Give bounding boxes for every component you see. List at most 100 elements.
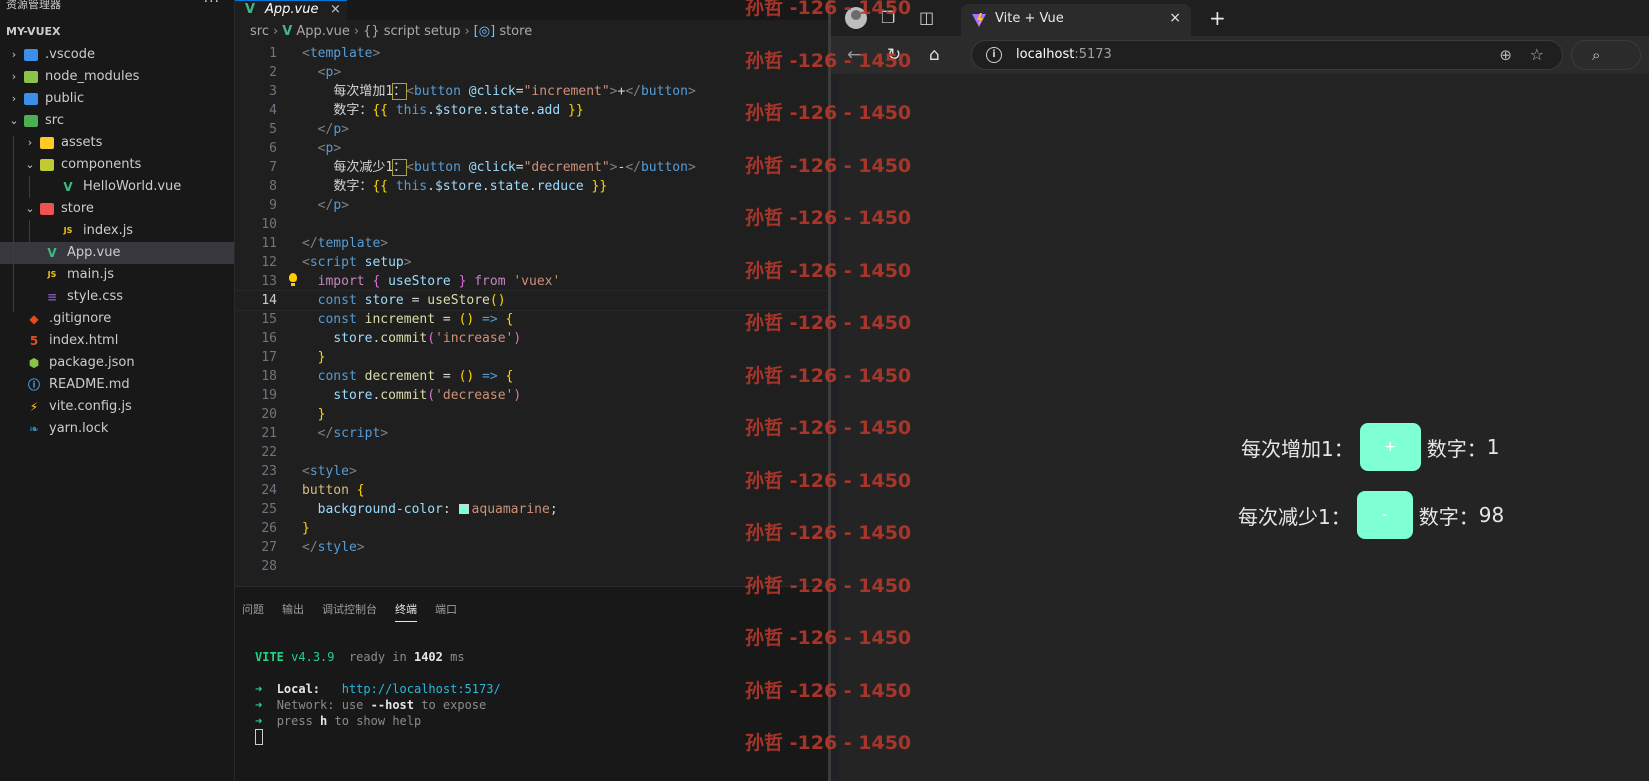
breadcrumb-file[interactable]: App.vue bbox=[296, 24, 349, 39]
tree-item[interactable]: JS index.js bbox=[0, 220, 234, 242]
folder-icon bbox=[24, 115, 38, 127]
chevron-down-icon[interactable]: ⌄ bbox=[24, 198, 36, 220]
close-icon[interactable]: × bbox=[330, 1, 341, 19]
chevron-down-icon[interactable]: ⌄ bbox=[24, 154, 36, 176]
new-tab-button[interactable]: + bbox=[1209, 6, 1226, 30]
node-file-icon: ⬢ bbox=[28, 356, 40, 370]
reload-icon[interactable]: ↻ bbox=[887, 45, 901, 65]
tree-item[interactable]: ⌄ src bbox=[0, 110, 234, 132]
code-line: 9 </p> bbox=[235, 196, 828, 215]
profile-avatar[interactable] bbox=[845, 7, 867, 29]
address-url: localhost:5173 bbox=[1016, 47, 1112, 62]
line-number: 15 bbox=[261, 312, 277, 327]
tree-item[interactable]: ⓘ README.md bbox=[0, 374, 234, 396]
browser-tab-active[interactable]: Vite + Vue × bbox=[961, 4, 1191, 36]
tree-item[interactable]: ⌄ store bbox=[0, 198, 234, 220]
indent-guide bbox=[13, 136, 14, 312]
line-number: 1 bbox=[269, 46, 277, 61]
code-line: 24 button { bbox=[235, 481, 828, 500]
tree-item[interactable]: ◆ .gitignore bbox=[0, 308, 234, 330]
vite-file-icon: ⚡ bbox=[29, 400, 39, 414]
tree-item[interactable]: ⬢ package.json bbox=[0, 352, 234, 374]
address-bar[interactable]: i localhost:5173 ⊕ ☆ bbox=[971, 40, 1563, 70]
panel-tab[interactable]: 输出 bbox=[282, 601, 304, 621]
tree-item[interactable]: ❧ yarn.lock bbox=[0, 418, 234, 440]
search-icon: ⌕ bbox=[1592, 46, 1601, 64]
code-line: 18 const decrement = () => { bbox=[235, 367, 828, 386]
decrease-button[interactable]: - bbox=[1356, 491, 1413, 539]
zoom-icon[interactable]: ⊕ bbox=[1499, 46, 1512, 64]
panel-tab[interactable]: 终端 bbox=[395, 601, 417, 622]
vue-file-icon: V bbox=[245, 2, 256, 17]
code-line: 15 const increment = () => { bbox=[235, 310, 828, 329]
line-number: 22 bbox=[261, 445, 277, 460]
tree-item[interactable]: › node_modules bbox=[0, 66, 234, 88]
chevron-right-icon[interactable]: › bbox=[8, 66, 20, 88]
panel-tab[interactable]: 调试控制台 bbox=[322, 601, 377, 621]
code-line: 1 <template> bbox=[235, 44, 828, 63]
tree-item[interactable]: V App.vue bbox=[0, 242, 234, 264]
line-number: 8 bbox=[269, 179, 277, 194]
tree-item-label: .vscode bbox=[45, 47, 95, 62]
tree-item-label: style.css bbox=[67, 289, 123, 304]
line-number: 18 bbox=[261, 369, 277, 384]
color-swatch[interactable] bbox=[458, 504, 469, 514]
collections-icon[interactable]: ❐ bbox=[881, 10, 895, 26]
site-info-icon[interactable]: i bbox=[986, 47, 1002, 63]
code-line: 4 数字：{{ this.$store.state.add }} bbox=[235, 101, 828, 120]
code-line: 19 store.commit('decrease') bbox=[235, 386, 828, 405]
browser-search-button[interactable]: ⌕ bbox=[1571, 40, 1641, 70]
panel-tab[interactable]: 问题 bbox=[242, 601, 264, 621]
explorer-title: 资源管理器 bbox=[6, 0, 61, 11]
tree-item[interactable]: ≡ style.css bbox=[0, 286, 234, 308]
code-editor: V App.vue × src › V App.vue ›{} script setu… bbox=[234, 0, 829, 586]
chevron-down-icon[interactable]: ⌄ bbox=[8, 110, 20, 132]
line-number: 10 bbox=[261, 217, 277, 232]
yarn-file-icon: ❧ bbox=[28, 422, 40, 436]
chevron-right-icon[interactable]: › bbox=[24, 132, 36, 154]
tree-item[interactable]: › .vscode bbox=[0, 44, 234, 66]
tree-item[interactable]: V HelloWorld.vue bbox=[0, 176, 234, 198]
favorite-star-icon[interactable]: ☆ bbox=[1530, 45, 1544, 64]
tree-item[interactable]: JS main.js bbox=[0, 264, 234, 286]
breadcrumb: src › V App.vue ›{} script setup › [◎] store bbox=[250, 24, 532, 42]
chevron-right-icon[interactable]: › bbox=[8, 44, 20, 66]
code-area[interactable]: 1 <template> 2 <p> 3 每次增加1：<button @click… bbox=[234, 44, 829, 576]
increase-button[interactable]: + bbox=[1359, 423, 1421, 471]
tree-item-label: README.md bbox=[49, 377, 130, 392]
tree-item[interactable]: › public bbox=[0, 88, 234, 110]
close-icon[interactable]: × bbox=[1169, 10, 1181, 26]
tab-app-vue[interactable]: V App.vue × bbox=[235, 0, 347, 20]
js-file-icon: JS bbox=[47, 270, 57, 279]
workspace-root[interactable]: MY-VUEX bbox=[6, 25, 61, 38]
tree-item[interactable]: › assets bbox=[0, 132, 234, 154]
panel-tab[interactable]: 端口 bbox=[435, 601, 457, 621]
lightbulb-icon[interactable] bbox=[288, 273, 298, 287]
back-icon[interactable]: ← bbox=[847, 45, 861, 65]
breadcrumb-section[interactable]: {} script setup bbox=[363, 24, 460, 39]
tree-item[interactable]: ⚡ vite.config.js bbox=[0, 396, 234, 418]
line-number: 26 bbox=[261, 521, 277, 536]
line-number: 3 bbox=[269, 84, 277, 99]
terminal-output[interactable]: VITE v4.3.9 ready in 1402 ms ➜ Local: ht… bbox=[255, 649, 501, 745]
more-actions-icon[interactable]: ··· bbox=[204, 0, 220, 10]
tree-item[interactable]: ⌄ components bbox=[0, 154, 234, 176]
chevron-right-icon[interactable]: › bbox=[8, 88, 20, 110]
tree-item[interactable]: 5 index.html bbox=[0, 330, 234, 352]
tree-item-label: store bbox=[61, 201, 94, 216]
code-line: 28 bbox=[235, 557, 828, 576]
line-number: 11 bbox=[261, 236, 277, 251]
local-url-link[interactable]: http://localhost:5173/ bbox=[342, 682, 501, 696]
breadcrumb-src[interactable]: src bbox=[250, 24, 269, 39]
browser-tabstrip: ❐ ◫ Vite + Vue × + bbox=[831, 0, 1649, 36]
line-number: 25 bbox=[261, 502, 277, 517]
tree-item-label: src bbox=[45, 113, 64, 128]
folder-icon bbox=[40, 203, 54, 215]
line-number: 23 bbox=[261, 464, 277, 479]
home-icon[interactable]: ⌂ bbox=[929, 45, 940, 65]
breadcrumb-symbol[interactable]: store bbox=[499, 24, 532, 39]
bottom-panel: 问题 输出 调试控制台 终端 端口 VITE v4.3.9 ready in 1402 … bbox=[235, 586, 828, 781]
tab-actions-icon[interactable]: ◫ bbox=[919, 10, 934, 26]
vue-file-icon: V bbox=[282, 24, 293, 39]
code-line: 26} bbox=[235, 519, 828, 538]
